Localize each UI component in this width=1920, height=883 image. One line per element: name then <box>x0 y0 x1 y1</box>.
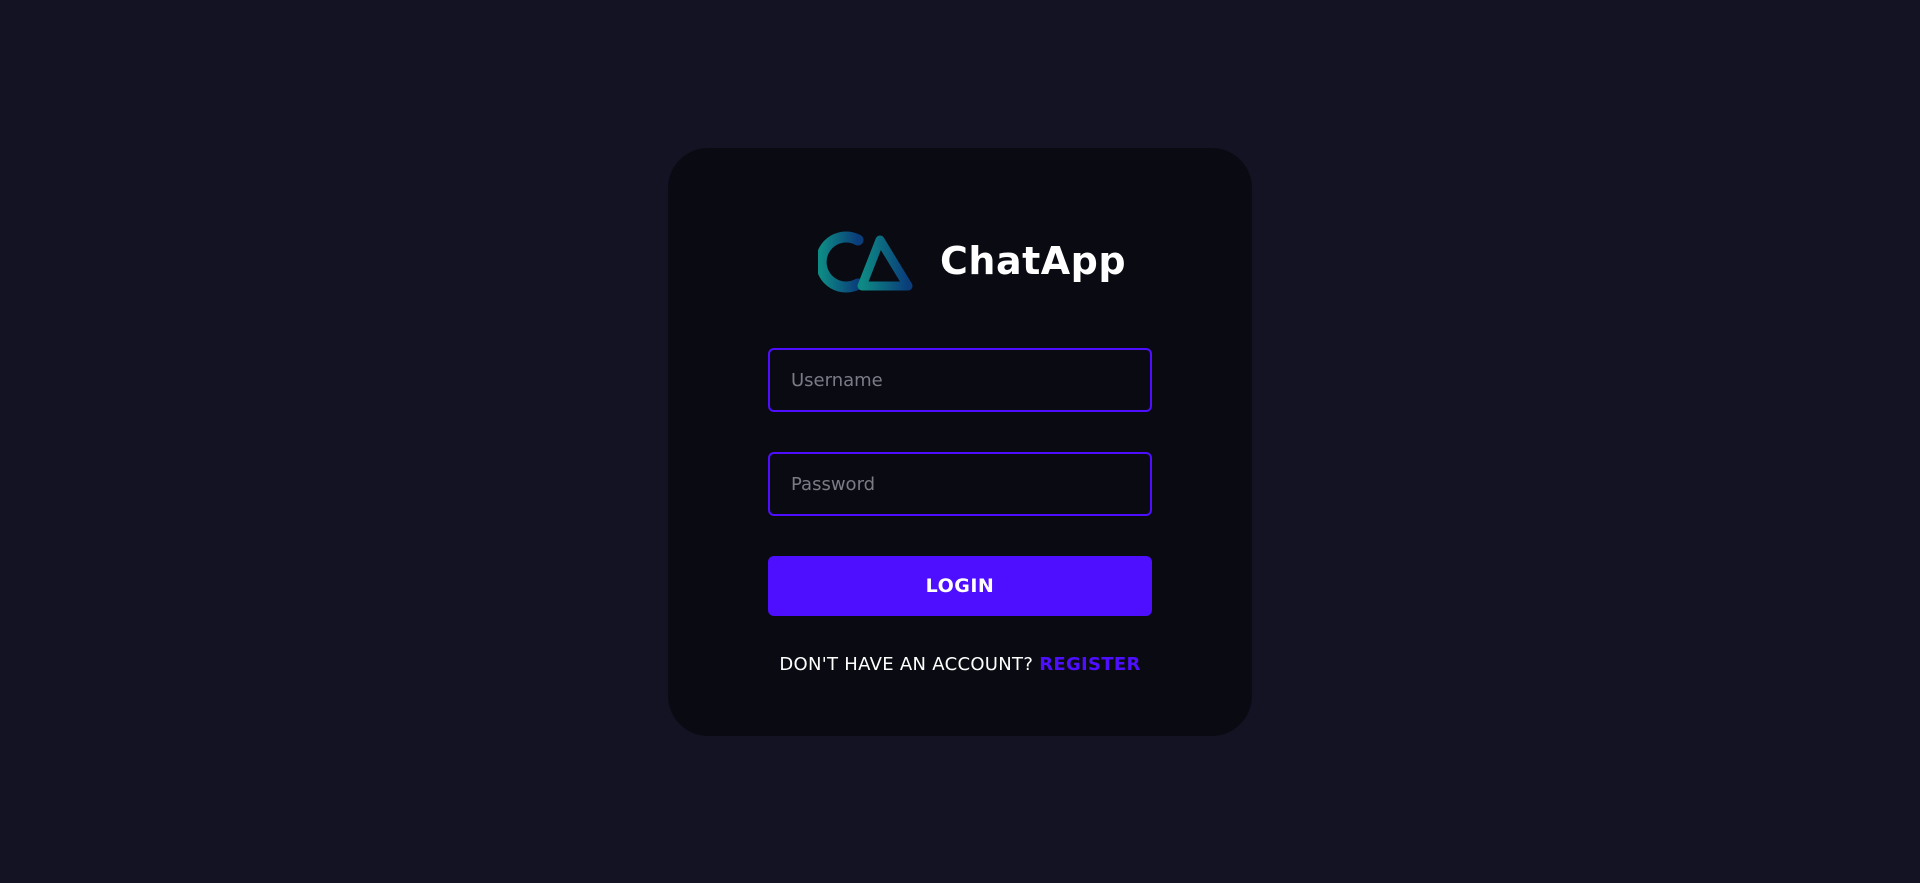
register-prompt-row: DON'T HAVE AN ACCOUNT? REGISTER <box>768 654 1152 675</box>
brand-name: ChatApp <box>940 239 1127 283</box>
login-page: ChatApp LOGIN DON'T HAVE AN ACCOUNT? REG… <box>0 0 1920 883</box>
register-link[interactable]: REGISTER <box>1039 654 1140 675</box>
password-input[interactable] <box>768 452 1152 516</box>
username-input[interactable] <box>768 348 1152 412</box>
chatapp-logo-icon <box>818 231 913 293</box>
login-card: ChatApp LOGIN DON'T HAVE AN ACCOUNT? REG… <box>668 148 1252 736</box>
login-button[interactable]: LOGIN <box>768 556 1152 616</box>
register-prompt-text: DON'T HAVE AN ACCOUNT? <box>779 654 1034 675</box>
brand: ChatApp <box>818 226 1126 296</box>
